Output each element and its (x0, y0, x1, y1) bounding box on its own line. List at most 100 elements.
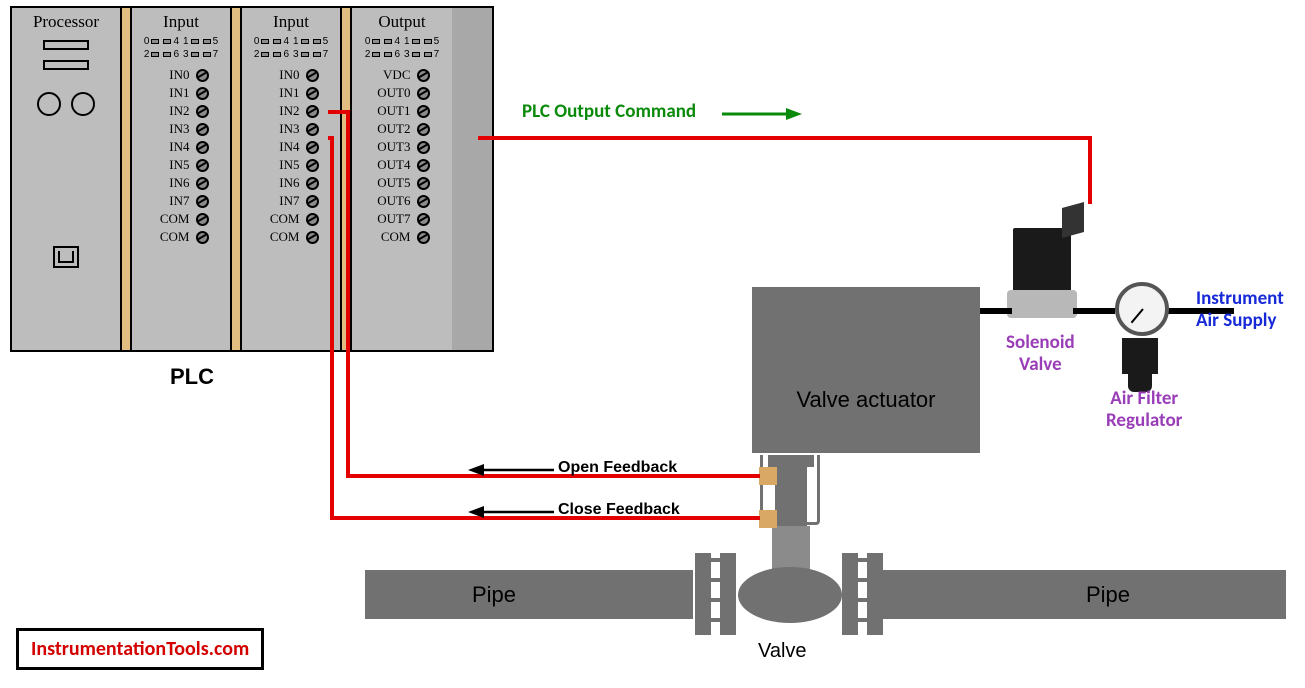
screw-icon (306, 87, 319, 100)
plc-module-input-2: Input 04 15 26 37 IN0 IN1 IN2 IN3 IN4 IN… (242, 8, 342, 350)
screw-icon (417, 213, 430, 226)
screw-icon (196, 195, 209, 208)
screw-icon (417, 105, 430, 118)
bolt (708, 598, 728, 602)
terminal: OUT0 (352, 84, 452, 102)
bolt (708, 618, 728, 622)
terminal: OUT4 (352, 156, 452, 174)
screw-icon (417, 159, 430, 172)
terminal: COM (242, 228, 340, 246)
processor-slot-2 (43, 60, 89, 70)
terminal: IN1 (242, 84, 340, 102)
processor-slot-1 (43, 40, 89, 50)
open-feedback-label: Open Feedback (558, 459, 677, 477)
screw-icon (196, 87, 209, 100)
input1-leds: 04 15 26 37 (144, 34, 218, 66)
screw-icon (306, 195, 319, 208)
valve-label: Valve (758, 640, 807, 663)
terminal: IN5 (132, 156, 230, 174)
terminal: IN4 (132, 138, 230, 156)
bolt (854, 558, 874, 562)
output-leds: 04 15 26 37 (365, 34, 439, 66)
air-filter-regulator (1115, 282, 1165, 372)
pipe-label: Pipe (472, 582, 516, 608)
terminal: IN7 (132, 192, 230, 210)
screw-icon (196, 141, 209, 154)
module-separator (122, 8, 132, 350)
plc-module-input-1: Input 04 15 26 37 IN0 IN1 IN2 IN3 IN4 IN… (132, 8, 232, 350)
screw-icon (306, 213, 319, 226)
valve-actuator-label: Valve actuator (752, 387, 980, 413)
air-line (980, 308, 1012, 314)
module-separator (232, 8, 242, 350)
flange (720, 553, 736, 635)
terminal: IN2 (132, 102, 230, 120)
plc-module-output: Output 04 15 26 37 VDC OUT0 OUT1 OUT2 OU… (352, 8, 452, 350)
screw-icon (306, 141, 319, 154)
pipe-label: Pipe (1086, 582, 1130, 608)
screw-icon (196, 177, 209, 190)
terminal: VDC (352, 66, 452, 84)
screw-icon (417, 69, 430, 82)
input2-leds: 04 15 26 37 (254, 34, 328, 66)
screw-icon (306, 231, 319, 244)
terminal: IN3 (132, 120, 230, 138)
processor-knob-2 (71, 92, 95, 116)
terminal: IN0 (242, 66, 340, 84)
terminal: IN6 (242, 174, 340, 192)
close-feedback-switch (759, 510, 777, 528)
ethernet-port-icon (53, 246, 79, 268)
input2-header: Input (273, 8, 309, 34)
solenoid-connector (1062, 202, 1084, 238)
screw-icon (417, 123, 430, 136)
valve-body (738, 567, 842, 623)
valve-actuator: Valve actuator (752, 287, 980, 453)
flange (867, 553, 883, 635)
bolt (708, 578, 728, 582)
screw-icon (306, 159, 319, 172)
bolt (854, 618, 874, 622)
terminal: COM (352, 228, 452, 246)
screw-icon (196, 123, 209, 136)
bolt (854, 578, 874, 582)
module-separator (342, 8, 352, 350)
terminal: OUT3 (352, 138, 452, 156)
screw-icon (196, 105, 209, 118)
processor-knob-1 (37, 92, 61, 116)
flange (842, 553, 858, 635)
air-line (1073, 308, 1115, 314)
pipe-left: Pipe (365, 570, 693, 619)
terminal: IN5 (242, 156, 340, 174)
screw-icon (306, 69, 319, 82)
regulator-body (1122, 338, 1158, 374)
terminal: OUT5 (352, 174, 452, 192)
plc-output-command-label: PLC Output Command (522, 100, 696, 123)
valve-bonnet (772, 526, 810, 570)
output-header: Output (378, 8, 425, 34)
screw-icon (417, 87, 430, 100)
terminal: OUT6 (352, 192, 452, 210)
terminal: IN0 (132, 66, 230, 84)
screw-icon (306, 105, 319, 118)
screw-icon (196, 159, 209, 172)
gauge-icon (1115, 282, 1169, 336)
bolt (854, 598, 874, 602)
plc-rack: Processor Input 04 15 26 37 IN0 IN (10, 6, 494, 352)
air-filter-regulator-label: Air Filter Regulator (1106, 388, 1182, 432)
plc-label: PLC (170, 364, 214, 390)
terminal: OUT1 (352, 102, 452, 120)
terminal: IN4 (242, 138, 340, 156)
terminal: IN2 (242, 102, 340, 120)
terminal: OUT7 (352, 210, 452, 228)
plc-module-processor: Processor (12, 8, 122, 350)
pipe-right: Pipe (870, 570, 1286, 619)
terminal: COM (132, 228, 230, 246)
screw-icon (417, 231, 430, 244)
screw-icon (306, 177, 319, 190)
screw-icon (196, 231, 209, 244)
terminal: IN1 (132, 84, 230, 102)
processor-header: Processor (33, 8, 99, 34)
processor-body (37, 34, 95, 268)
source-watermark: InstrumentationTools.com (16, 628, 264, 670)
close-feedback-label: Close Feedback (558, 501, 680, 519)
